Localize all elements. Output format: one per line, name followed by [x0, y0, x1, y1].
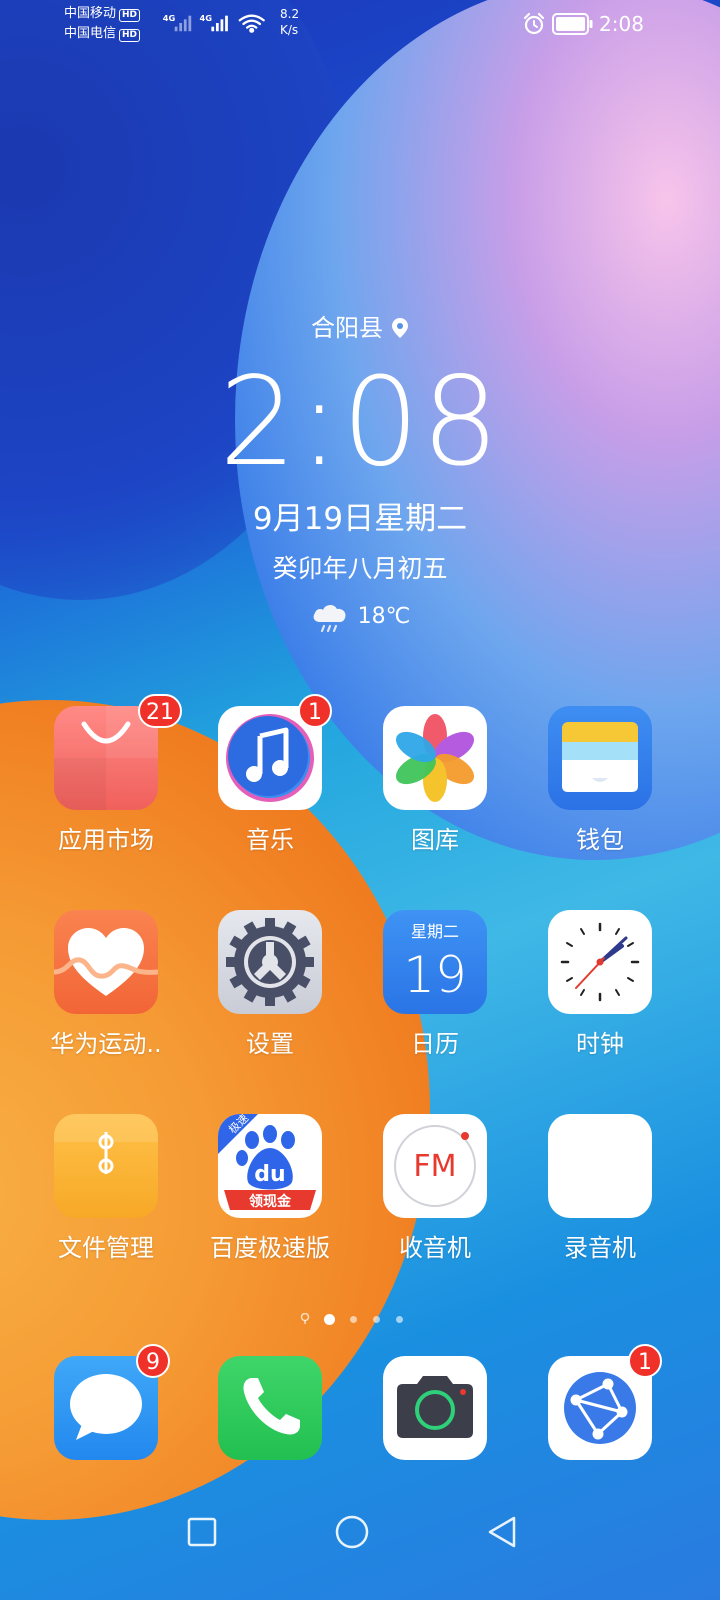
app-label: 文件管理 — [58, 1234, 154, 1262]
app-wallet[interactable]: 钱包 — [516, 706, 684, 886]
app-label: 录音机 — [564, 1234, 636, 1262]
gallery-icon — [383, 706, 487, 810]
app-settings[interactable]: 设置 — [186, 910, 354, 1090]
baidu-cash-text: 领现金 — [249, 1193, 292, 1210]
app-baidu-lite[interactable]: du 极速 领现金 百度极速版 — [186, 1114, 354, 1294]
navigation-bar — [0, 1500, 720, 1560]
app-market[interactable]: 21 应用市场 — [22, 694, 190, 886]
temperature: 18℃ — [357, 604, 411, 629]
notification-badge: 9 — [136, 1344, 170, 1378]
alarm-icon — [523, 12, 545, 35]
app-clock[interactable]: 时钟 — [516, 910, 684, 1090]
app-label: 音乐 — [246, 826, 294, 854]
baidu-du-text: du — [254, 1162, 285, 1187]
signal-icons: 4G 4G — [163, 13, 265, 33]
rain-cloud-icon — [313, 604, 346, 633]
page-dot[interactable] — [396, 1316, 403, 1323]
speed-value: 8.2 — [280, 7, 300, 21]
app-label: 华为运动.. — [50, 1030, 162, 1058]
speed-unit: K/s — [280, 23, 299, 37]
signal-1-icon — [174, 15, 192, 32]
circle-home-icon[interactable] — [330, 1510, 374, 1554]
app-label: 时钟 — [576, 1030, 624, 1058]
wallet-icon — [548, 706, 652, 810]
settings-icon — [218, 910, 322, 1014]
page-dot[interactable] — [373, 1316, 380, 1323]
page-dot-active[interactable] — [324, 1314, 335, 1325]
app-radio[interactable]: FM 收音机 — [351, 1114, 519, 1294]
app-label: 日历 — [411, 1030, 459, 1058]
phone-icon — [218, 1356, 322, 1460]
calendar-weekday: 星期二 — [410, 922, 459, 941]
battery-full-icon — [552, 13, 593, 35]
calendar-day: 19 — [403, 946, 467, 1004]
app-gallery[interactable]: 图库 — [351, 706, 519, 886]
carrier-1: 中国移动 — [64, 6, 117, 21]
page-indicator[interactable] — [296, 1312, 408, 1326]
health-icon — [54, 910, 158, 1014]
carrier-2: 中国电信 — [64, 26, 117, 41]
app-files[interactable]: 文件管理 — [22, 1114, 190, 1294]
clock-weather-widget[interactable]: 合阳县 2:08 9月19日星期二 癸卯年八月初五 18℃ — [0, 310, 720, 640]
carrier-names: 中国移动 HD 中国电信 HD — [64, 4, 141, 44]
widget-date: 9月19日星期二 — [252, 501, 468, 537]
status-time: 2:08 — [599, 12, 644, 36]
app-label: 收音机 — [399, 1234, 471, 1262]
app-music[interactable]: 1 音乐 — [186, 694, 354, 886]
app-label: 设置 — [246, 1030, 294, 1058]
negative-screen-dot-icon — [300, 1313, 310, 1324]
clock-icon — [548, 910, 652, 1014]
app-label: 图库 — [411, 826, 459, 854]
location-name: 合阳县 — [311, 314, 383, 342]
status-bar: 中国移动 HD 中国电信 HD 4G 4G 8.2 K/s 2:08 — [0, 0, 720, 48]
network-speed: 8.2 K/s — [280, 6, 299, 38]
baidu-icon: du 极速 领现金 — [218, 1114, 322, 1218]
widget-clock: 2:08 — [219, 351, 501, 493]
weather-row: 18℃ — [310, 598, 411, 636]
radio-icon: FM — [383, 1114, 487, 1218]
page-dot[interactable] — [350, 1316, 357, 1323]
app-label: 应用市场 — [58, 826, 154, 854]
widget-lunar-date: 癸卯年八月初五 — [272, 554, 448, 583]
net-type-2: 4G — [199, 13, 212, 23]
notification-badge: 21 — [138, 694, 182, 728]
wifi-icon — [238, 14, 265, 33]
triangle-back-icon[interactable] — [480, 1510, 524, 1554]
notification-badge: 1 — [298, 694, 332, 728]
hd-badge-2: HD — [119, 29, 141, 42]
notification-badge: 1 — [628, 1344, 662, 1378]
app-health[interactable]: 华为运动.. — [22, 910, 190, 1090]
files-icon — [54, 1114, 158, 1218]
app-calendar[interactable]: 星期二 19 日历 — [351, 910, 519, 1090]
app-recorder[interactable]: 录音机 — [516, 1114, 684, 1294]
app-label: 百度极速版 — [210, 1234, 330, 1262]
signal-2-icon — [211, 15, 228, 32]
camera-icon — [383, 1356, 487, 1460]
app-label: 钱包 — [576, 826, 624, 854]
recorder-icon — [548, 1114, 652, 1218]
square-recent-icon[interactable] — [180, 1510, 224, 1554]
hd-badge-1: HD — [119, 9, 141, 22]
location-pin-icon — [392, 318, 408, 338]
radio-fm-text: FM — [413, 1149, 456, 1184]
calendar-icon: 星期二 19 — [383, 910, 487, 1014]
net-type-1: 4G — [163, 13, 176, 23]
location-row: 合阳县 — [311, 310, 409, 346]
